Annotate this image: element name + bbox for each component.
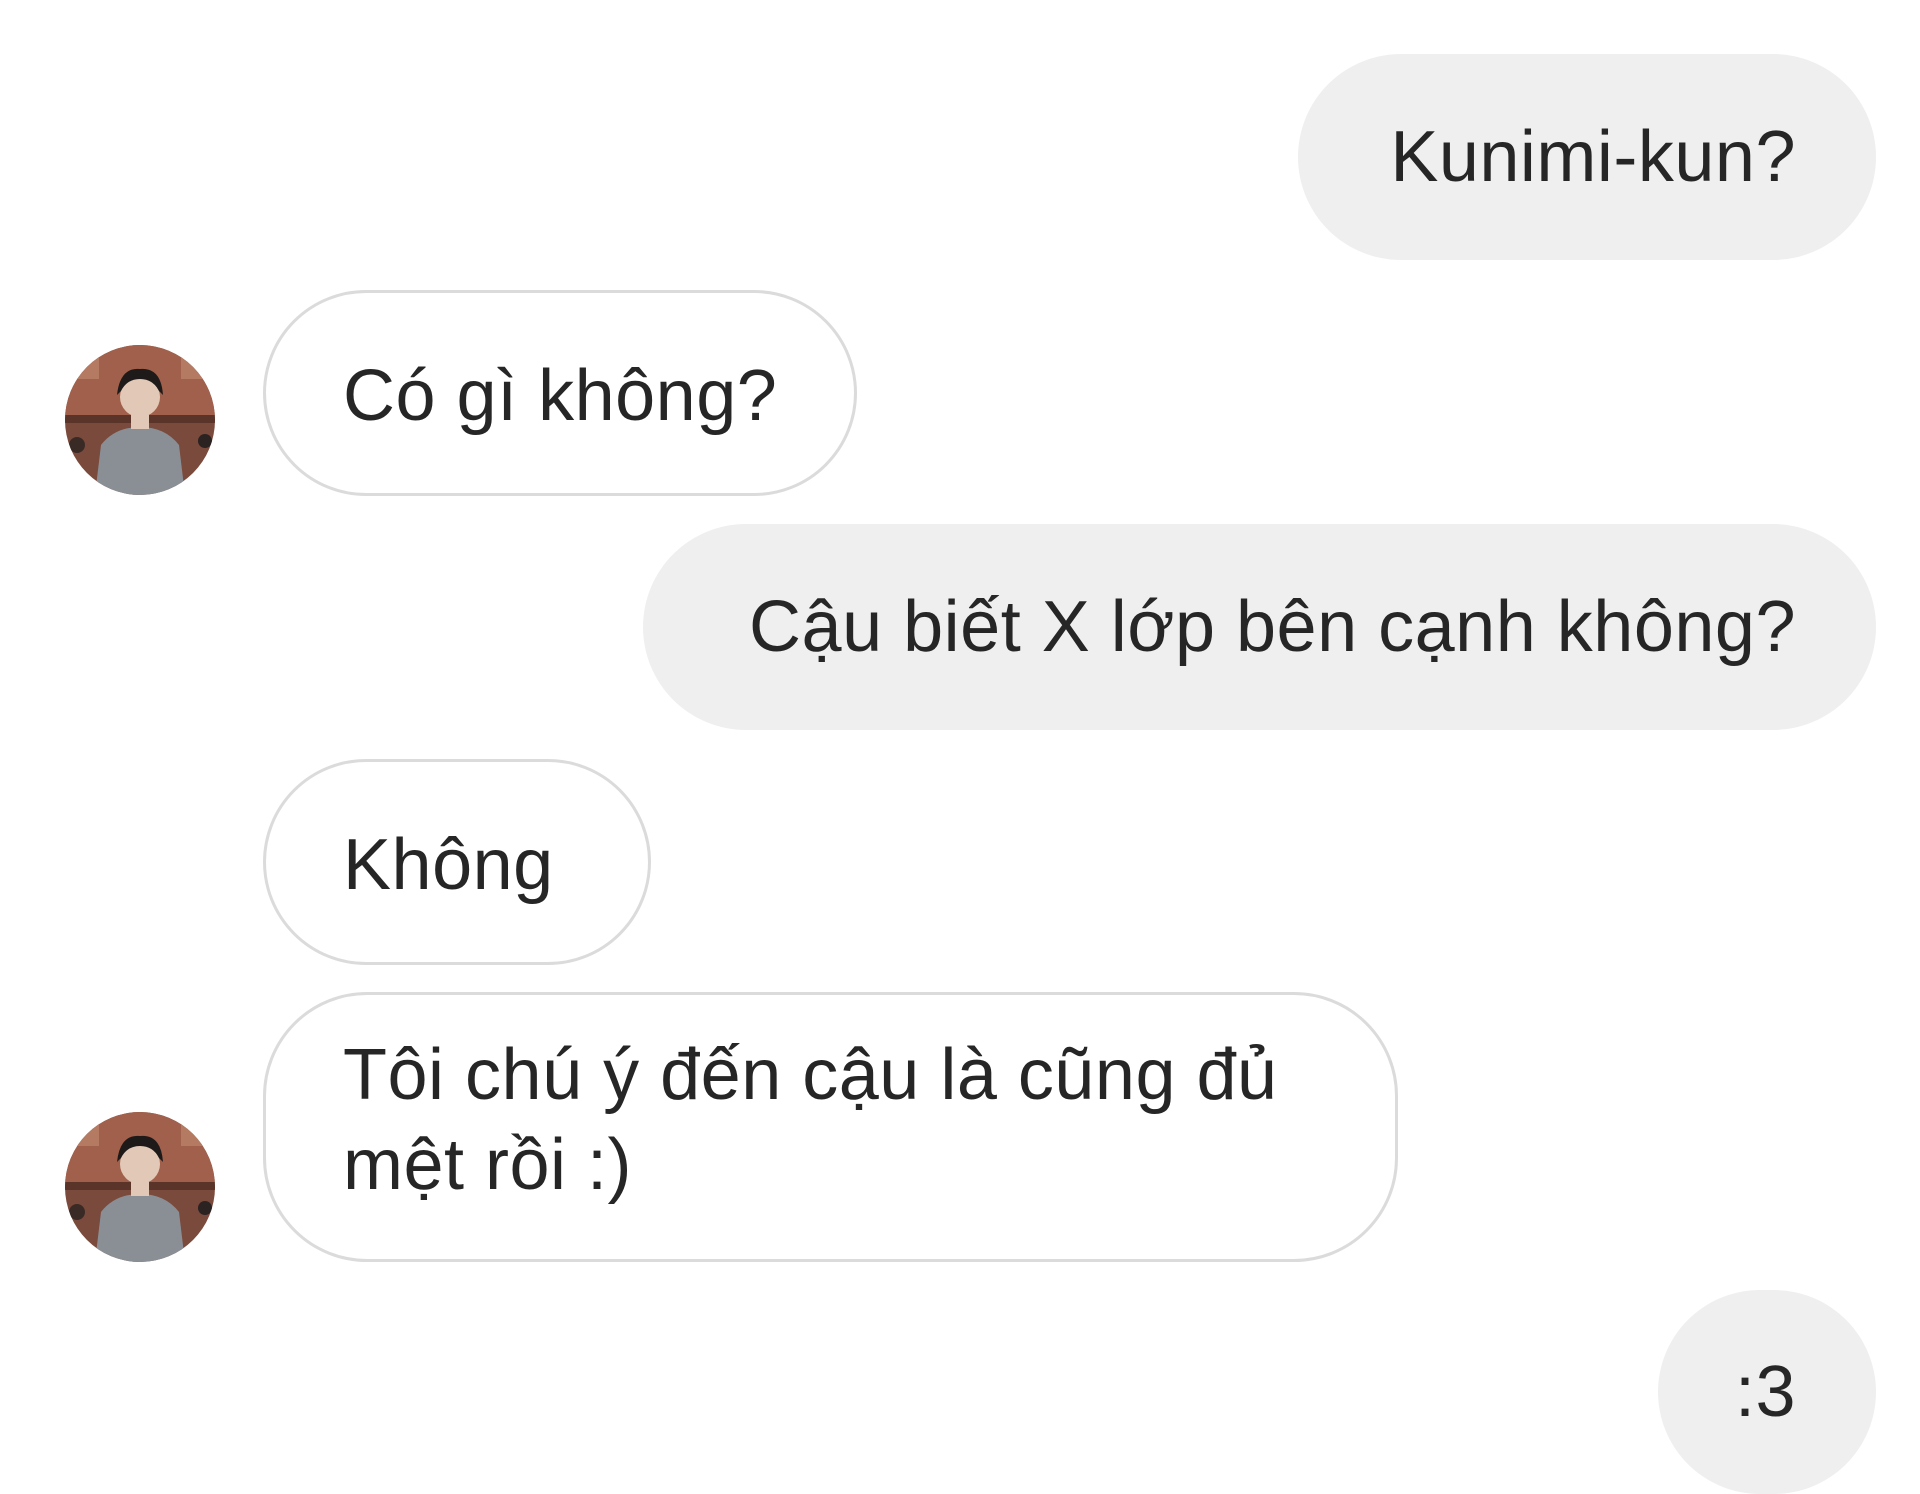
message-bubble-received[interactable]: Không	[263, 759, 651, 965]
message-text: Tôi chú ý đến cậu là cũng đủ mệt rồi :)	[343, 1035, 1278, 1205]
avatar-image	[65, 1112, 215, 1262]
avatar-icon[interactable]	[65, 345, 215, 495]
message-text: Cậu biết X lớp bên cạnh không?	[749, 587, 1796, 667]
avatar-icon[interactable]	[65, 1112, 215, 1262]
message-bubble-sent[interactable]: :3	[1658, 1290, 1876, 1494]
avatar-image	[65, 345, 215, 495]
message-text: Có gì không?	[343, 356, 778, 436]
chat-thread: Kunimi-kun? Có gì không? Cậu biết X lớp …	[0, 0, 1920, 1494]
message-text: :3	[1734, 1352, 1796, 1432]
message-bubble-received[interactable]: Tôi chú ý đến cậu là cũng đủ mệt rồi :)	[263, 992, 1398, 1262]
message-bubble-sent[interactable]: Kunimi-kun?	[1298, 54, 1876, 260]
message-text: Kunimi-kun?	[1390, 117, 1796, 197]
message-bubble-sent[interactable]: Cậu biết X lớp bên cạnh không?	[643, 524, 1876, 730]
message-text: Không	[343, 825, 554, 905]
message-bubble-received[interactable]: Có gì không?	[263, 290, 857, 496]
